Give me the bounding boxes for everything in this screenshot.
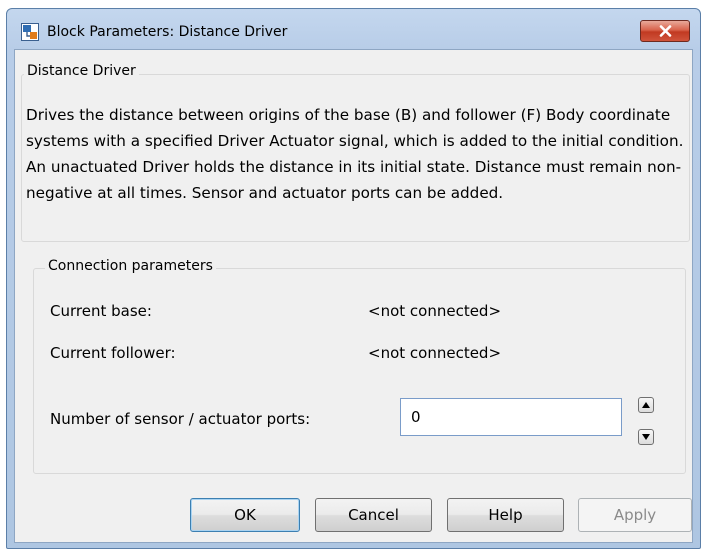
spin-up-button[interactable] <box>638 397 654 413</box>
title-bar[interactable]: Block Parameters: Distance Driver <box>7 9 700 49</box>
current-base-value: <not connected> <box>368 302 502 320</box>
ports-count-input[interactable] <box>400 398 622 436</box>
current-base-label: Current base: <box>50 302 152 320</box>
connection-parameters-group <box>33 268 686 474</box>
help-button[interactable]: Help <box>447 498 564 532</box>
cancel-button[interactable]: Cancel <box>315 498 432 532</box>
spin-down-button[interactable] <box>638 429 654 445</box>
connection-group-title: Connection parameters <box>45 258 216 274</box>
apply-button[interactable]: Apply <box>578 498 692 532</box>
description-group-title: Distance Driver <box>24 63 139 79</box>
close-icon <box>659 25 672 37</box>
window-title: Block Parameters: Distance Driver <box>47 24 288 40</box>
simulink-block-icon <box>21 23 39 41</box>
spin-down-icon <box>642 434 650 440</box>
close-button[interactable] <box>640 20 690 42</box>
ports-count-label: Number of sensor / actuator ports: <box>50 410 311 428</box>
block-description: Drives the distance between origins of t… <box>26 106 684 202</box>
current-follower-value: <not connected> <box>368 344 502 362</box>
ok-button[interactable]: OK <box>190 498 300 532</box>
spin-up-icon <box>642 402 650 408</box>
current-follower-label: Current follower: <box>50 344 176 362</box>
